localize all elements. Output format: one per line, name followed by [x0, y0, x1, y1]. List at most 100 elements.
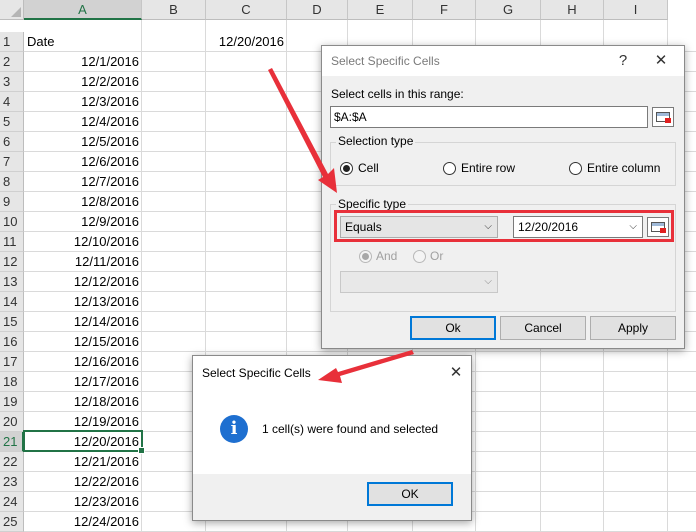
cell-a[interactable]: 12/21/2016: [24, 452, 142, 472]
radio-entire-column[interactable]: [569, 162, 582, 175]
result-footer: OK: [193, 474, 471, 520]
row-header[interactable]: 10: [0, 212, 24, 232]
row-header[interactable]: 12: [0, 252, 24, 272]
row-header[interactable]: 7: [0, 152, 24, 172]
row-header[interactable]: 23: [0, 472, 24, 492]
row-header[interactable]: 19: [0, 392, 24, 412]
info-icon: i: [220, 415, 248, 443]
result-titlebar: Select Specific Cells ✕: [193, 356, 471, 386]
value-combo-text: 12/20/2016: [518, 220, 579, 234]
cell-a[interactable]: 12/23/2016: [24, 492, 142, 512]
cancel-button[interactable]: Cancel: [500, 316, 586, 340]
column-header[interactable]: I: [604, 0, 668, 20]
dialog-titlebar: Select Specific Cells ? ✕: [322, 46, 684, 76]
cell-a[interactable]: 12/1/2016: [24, 52, 142, 72]
result-close-button[interactable]: ✕: [445, 362, 467, 384]
help-button[interactable]: ?: [612, 50, 634, 72]
operator-select-value: Equals: [345, 220, 382, 234]
second-operator-select: ⌵: [340, 271, 498, 293]
radio-entire-row[interactable]: [443, 162, 456, 175]
column-header[interactable]: H: [541, 0, 604, 20]
chevron-down-icon: ⌵: [484, 221, 492, 232]
row-header[interactable]: 15: [0, 312, 24, 332]
range-input[interactable]: $A:$A: [330, 106, 648, 128]
cell-a[interactable]: 12/14/2016: [24, 312, 142, 332]
cell-a[interactable]: 12/2/2016: [24, 72, 142, 92]
column-header[interactable]: G: [476, 0, 541, 20]
row-header[interactable]: 1: [0, 32, 24, 52]
column-header[interactable]: C: [206, 0, 287, 20]
row-header[interactable]: 20: [0, 412, 24, 432]
cell-a[interactable]: 12/13/2016: [24, 292, 142, 312]
cell-a[interactable]: 12/12/2016: [24, 272, 142, 292]
chevron-down-icon: ⌵: [484, 276, 492, 287]
apply-button[interactable]: Apply: [590, 316, 676, 340]
cell-a[interactable]: 12/4/2016: [24, 112, 142, 132]
radio-entire-row-label: Entire row: [461, 161, 516, 175]
column-header[interactable]: E: [348, 0, 413, 20]
column-header[interactable]: D: [287, 0, 348, 20]
result-message-dialog: Select Specific Cells ✕ i 1 cell(s) were…: [192, 355, 472, 521]
operator-select[interactable]: Equals ⌵: [340, 216, 498, 238]
row-header[interactable]: 2: [0, 52, 24, 72]
radio-or-label: Or: [430, 249, 444, 263]
select-specific-cells-dialog: Select Specific Cells ? ✕ Select cells i…: [321, 45, 685, 349]
row-header[interactable]: 9: [0, 192, 24, 212]
cell-a[interactable]: 12/7/2016: [24, 172, 142, 192]
column-header[interactable]: B: [142, 0, 206, 20]
cell-a[interactable]: 12/18/2016: [24, 392, 142, 412]
select-all-corner[interactable]: [0, 0, 24, 20]
column-header[interactable]: A: [24, 0, 142, 20]
specific-type-label: Specific type: [336, 197, 409, 211]
cell-a[interactable]: 12/11/2016: [24, 252, 142, 272]
ok-button[interactable]: Ok: [410, 316, 496, 340]
row-header[interactable]: 17: [0, 352, 24, 372]
range-label: Select cells in this range:: [331, 87, 464, 101]
cell-a[interactable]: 12/17/2016: [24, 372, 142, 392]
value-combo[interactable]: 12/20/2016 ⌵: [513, 216, 643, 238]
cell-a[interactable]: 12/10/2016: [24, 232, 142, 252]
radio-and: [359, 250, 372, 263]
row-header[interactable]: 25: [0, 512, 24, 532]
result-ok-button[interactable]: OK: [367, 482, 453, 506]
cell-a[interactable]: 12/15/2016: [24, 332, 142, 352]
cell-a[interactable]: 12/3/2016: [24, 92, 142, 112]
result-message: 1 cell(s) were found and selected: [262, 422, 439, 436]
row-header[interactable]: 24: [0, 492, 24, 512]
cell-a[interactable]: 12/22/2016: [24, 472, 142, 492]
row-header[interactable]: 14: [0, 292, 24, 312]
chevron-down-icon: ⌵: [629, 221, 637, 232]
radio-cell-label: Cell: [358, 161, 379, 175]
close-button[interactable]: ✕: [650, 50, 672, 72]
dialog-title: Select Specific Cells: [331, 54, 440, 68]
active-cell-highlight: [23, 430, 145, 454]
column-header[interactable]: F: [413, 0, 476, 20]
row-header[interactable]: 3: [0, 72, 24, 92]
row-header[interactable]: 5: [0, 112, 24, 132]
range-picker-icon[interactable]: [652, 107, 674, 127]
cell-a[interactable]: 12/24/2016: [24, 512, 142, 532]
row-header[interactable]: 6: [0, 132, 24, 152]
radio-or: [413, 250, 426, 263]
cell-a[interactable]: 12/19/2016: [24, 412, 142, 432]
row-header[interactable]: 11: [0, 232, 24, 252]
row-header[interactable]: 13: [0, 272, 24, 292]
radio-and-label: And: [376, 249, 398, 263]
cell-c1[interactable]: 12/20/2016: [206, 32, 292, 52]
row-header[interactable]: 21: [0, 432, 24, 452]
row-header[interactable]: 8: [0, 172, 24, 192]
cell-a[interactable]: 12/9/2016: [24, 212, 142, 232]
row-header[interactable]: 22: [0, 452, 24, 472]
cell-a[interactable]: 12/16/2016: [24, 352, 142, 372]
cell-a[interactable]: 12/6/2016: [24, 152, 142, 172]
row-header[interactable]: 18: [0, 372, 24, 392]
result-title: Select Specific Cells: [202, 366, 311, 380]
value-picker-icon[interactable]: [647, 217, 669, 237]
cell-a[interactable]: Date: [24, 32, 142, 52]
radio-entire-column-label: Entire column: [587, 161, 661, 175]
row-header[interactable]: 4: [0, 92, 24, 112]
cell-a[interactable]: 12/5/2016: [24, 132, 142, 152]
row-header[interactable]: 16: [0, 332, 24, 352]
radio-cell[interactable]: [340, 162, 353, 175]
cell-a[interactable]: 12/8/2016: [24, 192, 142, 212]
